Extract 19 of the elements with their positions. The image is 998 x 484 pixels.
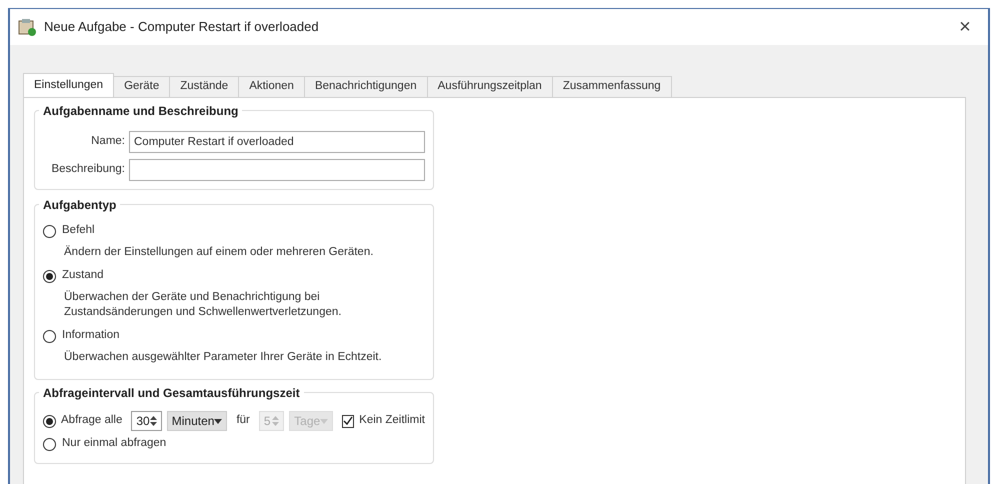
radio-label: Nur einmal abfragen bbox=[62, 436, 166, 452]
radio-label: Information bbox=[62, 328, 120, 344]
radio-label: Abfrage alle bbox=[61, 413, 122, 428]
checkbox-label: Kein Zeitlimit bbox=[359, 413, 425, 428]
tab[interactable]: Einstellungen bbox=[23, 73, 114, 97]
option-description: Ändern der Einstellungen auf einem oder mehreren Geräten. bbox=[63, 244, 374, 260]
radio-label: Befehl bbox=[62, 223, 95, 238]
window-title: Neue Aufgabe - Computer Restart if overloaded bbox=[44, 18, 320, 36]
field-label: Name: bbox=[90, 134, 125, 150]
option-description: Überwachen ausgewählter Parameter Ihrer Geräte in Echtzeit. bbox=[63, 349, 383, 365]
input-field[interactable]: Computer Restart if overloaded bbox=[129, 131, 425, 153]
for-label: für bbox=[236, 413, 250, 428]
option-description: Überwachen der Geräte und Benachrichtigung bei Zustandsänderungen und Schwellenwertverletzungen. bbox=[63, 289, 342, 320]
number-spinner[interactable]: 30 bbox=[131, 411, 162, 431]
radio-label: Zustand bbox=[62, 268, 104, 284]
field-label: Beschreibung: bbox=[50, 162, 125, 178]
dropdown[interactable]: Minuten bbox=[166, 411, 228, 431]
close-button[interactable]: × bbox=[950, 17, 980, 37]
tab[interactable]: Zusammenfassung bbox=[552, 76, 672, 97]
